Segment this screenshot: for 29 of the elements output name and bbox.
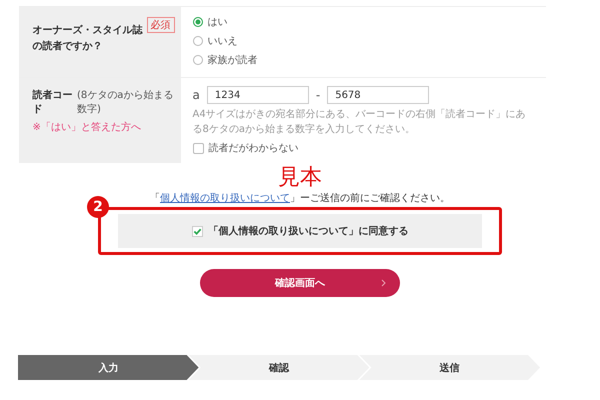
radio-icon[interactable] [192, 55, 202, 65]
checkbox-option[interactable]: 読者だがわからない [192, 141, 546, 155]
sample-label: 見本 [278, 165, 322, 191]
notice-text: 「個人情報の取り扱いについて」ーご送信の前にご確認ください。 [150, 192, 450, 205]
question-label: オーナーズ・スタイル誌の読者ですか？ [32, 24, 142, 54]
separator: - [316, 88, 320, 102]
progress-step: 送信 [359, 355, 540, 380]
radio-icon[interactable] [192, 17, 202, 27]
agree-checkbox-row[interactable]: 「個人情報の取り扱いについて」に同意する [118, 214, 482, 248]
radio-option[interactable]: いいえ [192, 34, 546, 48]
code-prefix: a [192, 88, 200, 102]
help-text: A4サイズはがきの宛名部分にある、バーコードの右側「読者コード」にある8ケタのaから始まる数字を入力してください。 [192, 108, 527, 136]
checkbox[interactable] [192, 226, 202, 236]
progress-step: 入力 [18, 355, 199, 380]
required-badge: 必須 [146, 17, 174, 33]
checkbox[interactable] [192, 142, 204, 154]
step-badge: 2 [87, 196, 109, 218]
input-field[interactable]: 1234 [206, 86, 309, 104]
radio-option[interactable]: はい [192, 15, 546, 29]
radio-option[interactable]: 家族が読者 [192, 53, 546, 67]
progress-step: 確認 [188, 355, 370, 380]
privacy-link[interactable]: 個人情報の取り扱いについて [160, 193, 290, 204]
field-label: 読者コード [32, 88, 74, 116]
confirm-button[interactable]: 確認画面へ [200, 269, 400, 297]
input-field[interactable]: 5678 [327, 86, 430, 104]
radio-icon[interactable] [192, 36, 202, 46]
chevron-icon [381, 279, 386, 287]
field-hint: (8ケタのaから始まる数字) [77, 89, 174, 116]
field-note: ※「はい」と答えた方へ [32, 120, 141, 134]
